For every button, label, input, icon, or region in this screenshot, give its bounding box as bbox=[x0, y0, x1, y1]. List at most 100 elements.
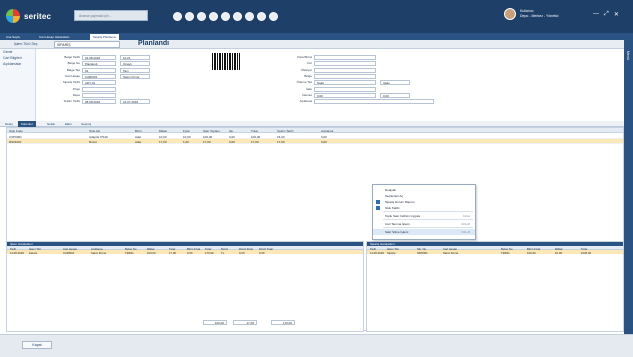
menu-separator bbox=[383, 211, 473, 212]
home-icon[interactable] bbox=[173, 12, 182, 21]
grid-header: Stok Kodu Stok Adı Birim Miktar Fiyat Satır T… bbox=[7, 128, 623, 133]
table-cell: 17,00 bbox=[203, 140, 211, 144]
form-field[interactable]: ADT-01 bbox=[82, 80, 116, 86]
tab-strip: Ana Sayfa Cari Hesap Hareketleri Sipariş… bbox=[0, 33, 633, 40]
total-field: 100,00 bbox=[203, 320, 227, 325]
context-menu[interactable]: Detaylar Seçilenleri Aç Sipariş Durum Rapo… bbox=[372, 184, 476, 240]
form-field-extra[interactable]: 10:21 bbox=[120, 55, 150, 60]
new-icon[interactable] bbox=[197, 12, 206, 21]
movements-pane[interactable]: İşlem Hareketleri Tarih İşlem Tipi Cari He… bbox=[6, 241, 364, 332]
app-logo: seritec bbox=[6, 8, 68, 24]
form-field-extra[interactable]: Tam bbox=[120, 67, 150, 73]
context-menu-item-label: Toplu Satır İndirimi Uygula bbox=[385, 214, 421, 218]
table-row[interactable]: 11.08.2018 Fatura CARI001 Satıcı Firma TRK01… bbox=[7, 250, 363, 255]
shortcut-label: Ctrl+M bbox=[461, 222, 470, 226]
form-field[interactable]: Planlandı bbox=[82, 61, 116, 67]
side-menu-strip[interactable]: Menü bbox=[624, 33, 633, 357]
barcode-icon bbox=[212, 53, 240, 70]
form-field[interactable]: CARI001 bbox=[82, 73, 116, 79]
table-cell: Satıcı Firma bbox=[443, 250, 459, 255]
form-field[interactable]: 01.08.2018 bbox=[82, 55, 116, 60]
context-menu-item-label: Satır Silme İşlemi bbox=[385, 230, 409, 234]
form-field[interactable] bbox=[314, 86, 376, 92]
form-field-extra[interactable]: Vade bbox=[380, 80, 410, 86]
form-field[interactable] bbox=[82, 86, 116, 92]
print-icon[interactable] bbox=[221, 12, 230, 21]
page-title: Planlandı bbox=[138, 40, 170, 47]
table-cell: Sipariş bbox=[387, 250, 396, 255]
column-header[interactable]: Miktar bbox=[159, 129, 167, 133]
total-field: 170,00 bbox=[271, 320, 295, 325]
form-label: Plasiyer bbox=[301, 67, 312, 72]
close-button[interactable]: Kapat bbox=[22, 341, 52, 349]
column-header[interactable]: İsk. bbox=[229, 129, 234, 133]
nav-item-notes[interactable]: Açıklamalar bbox=[0, 61, 35, 67]
table-row[interactable]: 11.08.2018 Sipariş SIP0001 Satıcı Firma TRK0… bbox=[367, 250, 623, 255]
menu-separator bbox=[383, 219, 473, 220]
form-field-extra[interactable]: Onaylı bbox=[120, 61, 150, 67]
table-cell: Satıcı Firma bbox=[91, 250, 107, 255]
form-field-extra[interactable]: 0,00 bbox=[380, 92, 410, 98]
form-field[interactable] bbox=[314, 61, 376, 67]
form-field[interactable]: 01 bbox=[82, 67, 116, 73]
checkbox-checked-icon bbox=[376, 200, 380, 204]
close-icon[interactable]: ✕ bbox=[614, 11, 619, 18]
table-cell: 17,00 bbox=[251, 140, 259, 144]
column-header[interactable]: Fiyat bbox=[183, 129, 190, 133]
column-header[interactable]: Stok Adı bbox=[89, 129, 100, 133]
form-label: Ödeme Tipi bbox=[296, 80, 312, 85]
minimize-icon[interactable]: — bbox=[593, 11, 599, 18]
form-field[interactable] bbox=[82, 92, 116, 98]
form-label: Para Birimi bbox=[297, 55, 312, 59]
form-label: İskonto bbox=[302, 92, 312, 97]
column-header[interactable]: Açıklama bbox=[321, 129, 333, 133]
form-field[interactable] bbox=[314, 99, 434, 105]
shortcut-label: Ctrl+I bbox=[462, 214, 470, 218]
search-input[interactable]: Arama yapmak için... bbox=[74, 10, 148, 21]
table-cell: 100,00 bbox=[527, 250, 536, 255]
form-field[interactable]: 0,00 bbox=[314, 92, 376, 98]
table-cell: 0,00 bbox=[321, 140, 327, 144]
checkbox-checked-icon bbox=[376, 206, 380, 210]
form-field[interactable] bbox=[314, 67, 376, 73]
operation-type-select[interactable]: SİPARİŞ bbox=[54, 41, 120, 48]
form-field[interactable] bbox=[314, 55, 376, 60]
list-icon[interactable] bbox=[257, 12, 266, 21]
save-icon[interactable] bbox=[185, 12, 194, 21]
table-cell: 170,00 bbox=[205, 250, 214, 255]
toolbar-icon-row bbox=[173, 10, 278, 23]
form-field-extra[interactable]: 16.07.2018 bbox=[120, 99, 150, 105]
table-cell: 17,00 bbox=[159, 140, 167, 144]
table-cell: RS01001 bbox=[9, 140, 22, 144]
column-header[interactable]: Satır Toplam bbox=[203, 129, 220, 133]
window-controls: — ⤢ ✕ bbox=[593, 11, 619, 18]
column-header[interactable]: Stok Kodu bbox=[9, 129, 23, 133]
avatar[interactable] bbox=[504, 8, 516, 20]
column-header[interactable]: Tutar bbox=[251, 129, 258, 133]
form-field[interactable] bbox=[314, 73, 376, 79]
orders-pane[interactable]: Sipariş Hareketleri Tarih İşlem Tipi Sip. … bbox=[366, 241, 624, 332]
column-header[interactable]: Teslim Tarihi bbox=[277, 129, 293, 133]
context-menu-item-label: Detaylar bbox=[385, 188, 397, 192]
form-field[interactable]: Nakit bbox=[314, 80, 376, 86]
table-cell: 11.08.2018 bbox=[10, 250, 24, 255]
table-cell: 10,00 bbox=[555, 250, 562, 255]
table-cell: 0,00 bbox=[187, 250, 193, 255]
form-label: Cari Hesap bbox=[64, 73, 80, 78]
column-header[interactable]: Birim bbox=[135, 129, 142, 133]
form-field[interactable]: 08.08.2018 bbox=[82, 99, 116, 105]
table-row[interactable]: RS01001 Rozet Adet 17,00 1,00 17,00 0,00 17,00 1… bbox=[7, 139, 623, 144]
delete-icon[interactable] bbox=[209, 12, 218, 21]
table-cell: 1000,00 bbox=[581, 250, 592, 255]
status-bar: Kapat bbox=[0, 334, 633, 357]
refresh-icon[interactable] bbox=[233, 12, 242, 21]
form-field-extra[interactable]: Satıcı Firma bbox=[120, 73, 150, 79]
side-menu-label: Menü bbox=[626, 51, 630, 60]
form-label: Teslim Tarihi bbox=[63, 99, 80, 104]
form-label: Belge No bbox=[67, 61, 80, 66]
maximize-icon[interactable]: ⤢ bbox=[604, 11, 609, 18]
search-icon[interactable] bbox=[245, 12, 254, 21]
context-menu-item[interactable]: Satır Silme İşlemi Ctrl+D bbox=[373, 229, 475, 235]
export-icon[interactable] bbox=[269, 12, 278, 21]
user-info[interactable]: Kullanıcı Depo - Merkez - Yönetici bbox=[520, 9, 558, 19]
